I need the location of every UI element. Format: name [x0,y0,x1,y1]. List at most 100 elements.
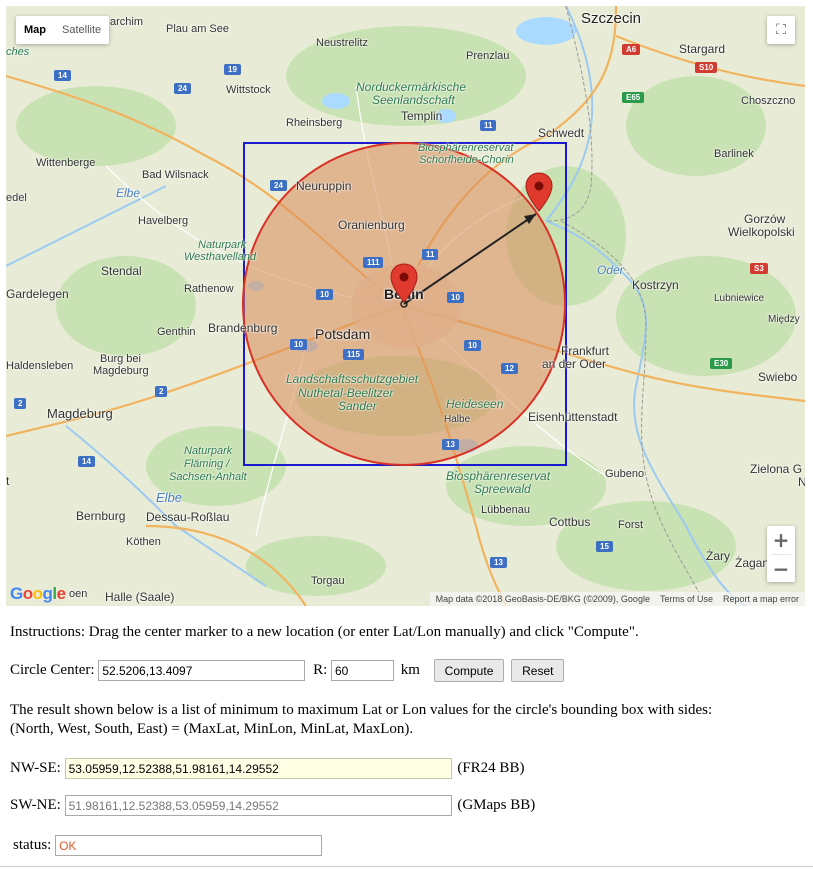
instructions-text: Instructions: Drag the center marker to … [10,624,639,640]
map-label-genthin: Genthin [157,326,196,338]
map-label-ches: ches [6,46,30,58]
map-label-bernburg: Bernburg [76,509,126,523]
result-description-line1: The result shown below is a list of mini… [10,702,713,718]
map-label-lsg2: Nuthetal-Beelitzer [298,386,394,400]
center-marker-icon[interactable] [390,263,418,303]
road-shield-e30: E30 [710,358,733,369]
result-description-line2: (North, West, South, East) = (MaxLat, Mi… [10,721,414,737]
map-label-zary: Żary [706,549,730,563]
map-label-lsg3: Sander [338,399,377,413]
map-label-swiebo: Swiebo [758,370,798,384]
map-label-naturpark2c: Sachsen-Anhalt [169,471,247,483]
map-label-biosph2b: Spreewald [474,482,531,496]
map-label-miedzy: Między [768,314,800,325]
terms-of-use-link[interactable]: Terms of Use [660,594,713,604]
road-shield-r10c: 10 [290,339,307,350]
swne-label: SW-NE: [10,796,61,813]
map-label-oen: oen [69,588,88,600]
map-label-havelberg: Havelberg [138,215,189,227]
road-shield-s10: S10 [695,62,718,73]
map-label-stendal: Stendal [101,264,142,278]
map-label-neuruppin: Neuruppin [296,179,352,193]
map-label-halle: Halle (Saale) [105,590,175,604]
map-label-dessau: Dessau-Roßlau [146,510,230,524]
zoom-in-button[interactable]: + [767,526,795,554]
nwse-row: NW-SE: (FR24 BB) [10,758,524,779]
road-shield-r24a: 24 [174,83,191,94]
map-label-burg: Burg bei [100,353,141,365]
map-label-biosph1b: Schorfheide-Chorin [419,154,514,166]
map-label-naturpark1: Naturpark [198,239,247,251]
road-shield-r13b: 13 [490,557,507,568]
zoom-out-button[interactable]: − [767,555,795,583]
nwse-label: NW-SE: [10,759,61,776]
map-label-biosph1: Biosphärenreservat [418,142,514,154]
map-label-burg2: Magdeburg [93,365,149,377]
map-label-rathenow: Rathenow [184,283,234,295]
map-label-wittstock: Wittstock [226,84,271,96]
road-shield-s3: S3 [750,263,768,274]
road-shield-r11b: 11 [422,249,439,260]
zoom-control: + − [767,526,795,582]
map-label-kostrzyn: Kostrzyn [632,278,679,292]
road-shield-r14b: 14 [78,456,95,467]
map-attribution: Map data ©2018 GeoBasis-DE/BKG (©2009), … [429,592,805,606]
map-label-neustrelitz: Neustrelitz [316,37,368,49]
report-map-error-link[interactable]: Report a map error [723,594,799,604]
map-type-satellite-button[interactable]: Satellite [54,16,109,44]
map-label-gorzow: Gorzów [744,212,786,226]
road-shield-r13a: 13 [442,439,459,450]
map-label-halbe: Halbe [444,414,471,425]
radius-label: R: [313,661,328,678]
road-shield-r10b: 10 [447,292,464,303]
map-label-gorzow2: Wielkopolski [728,225,795,239]
radius-input[interactable] [331,660,394,681]
map-label-brandenburg: Brandenburg [208,321,278,335]
google-logo[interactable]: Google [10,584,66,604]
map-label-haldensleben: Haldensleben [6,360,74,372]
map-label-gardelegen: Gardelegen [6,287,69,301]
road-shield-r14a: 14 [54,70,71,81]
map-label-nordu2: Seenlandschaft [372,93,455,107]
bottom-divider [0,866,813,867]
map-label-naturpark2b: Fläming / [184,458,230,470]
swne-row: SW-NE: (GMaps BB) [10,795,535,816]
map-label-naturpark2: Naturpark [184,445,233,457]
status-label: status: [13,836,52,853]
map-label-torgau: Torgau [311,575,345,587]
map-label-cottbus: Cottbus [549,515,591,529]
map-label-kothen: Köthen [126,536,161,548]
map-label-choszczno: Choszczno [741,95,796,107]
road-shield-r19: 19 [224,64,241,75]
compute-button[interactable]: Compute [433,659,505,682]
map-label-prenzlau: Prenzlau [466,50,510,62]
map-label-stargard: Stargard [679,42,726,56]
fr24-bb-label: (FR24 BB) [457,759,525,776]
map-label-gubeno: Gubeno [605,468,645,480]
road-shield-e65: E65 [622,92,645,103]
center-row: Circle Center: R: km Compute Reset [10,659,565,682]
gmaps-bb-label: (GMaps BB) [457,796,536,813]
road-shield-r2a: 2 [155,386,168,397]
nwse-output-field[interactable] [64,758,452,779]
fullscreen-icon[interactable]: ⛶ [767,16,795,44]
map-label-szczecin: Szczecin [581,10,642,27]
road-shield-a6: A6 [622,44,641,55]
status-field[interactable] [55,835,323,856]
map-type-map-button[interactable]: Map [16,16,54,44]
map-label-elbe2: Elbe [156,490,183,505]
map-label-elbe1: Elbe [116,186,141,200]
reset-button[interactable]: Reset [511,659,565,682]
map-type-control: Map Satellite [16,16,110,44]
swne-output-field[interactable] [64,795,452,816]
map-label-edel: edel [6,192,27,204]
map[interactable]: Szczecin Stargard Choszczno Schwedt Prenzlau… [6,6,805,606]
map-label-templin: Templin [401,109,443,123]
road-shield-r11a: 11 [480,120,497,131]
radius-marker-icon[interactable] [525,172,553,212]
map-label-zagan: Żagan [735,556,770,570]
road-shield-r111: 111 [363,257,384,268]
circle-center-input[interactable] [98,660,306,681]
status-row: status: [13,835,323,856]
map-label-badwilsnack: Bad Wilsnack [142,169,209,181]
